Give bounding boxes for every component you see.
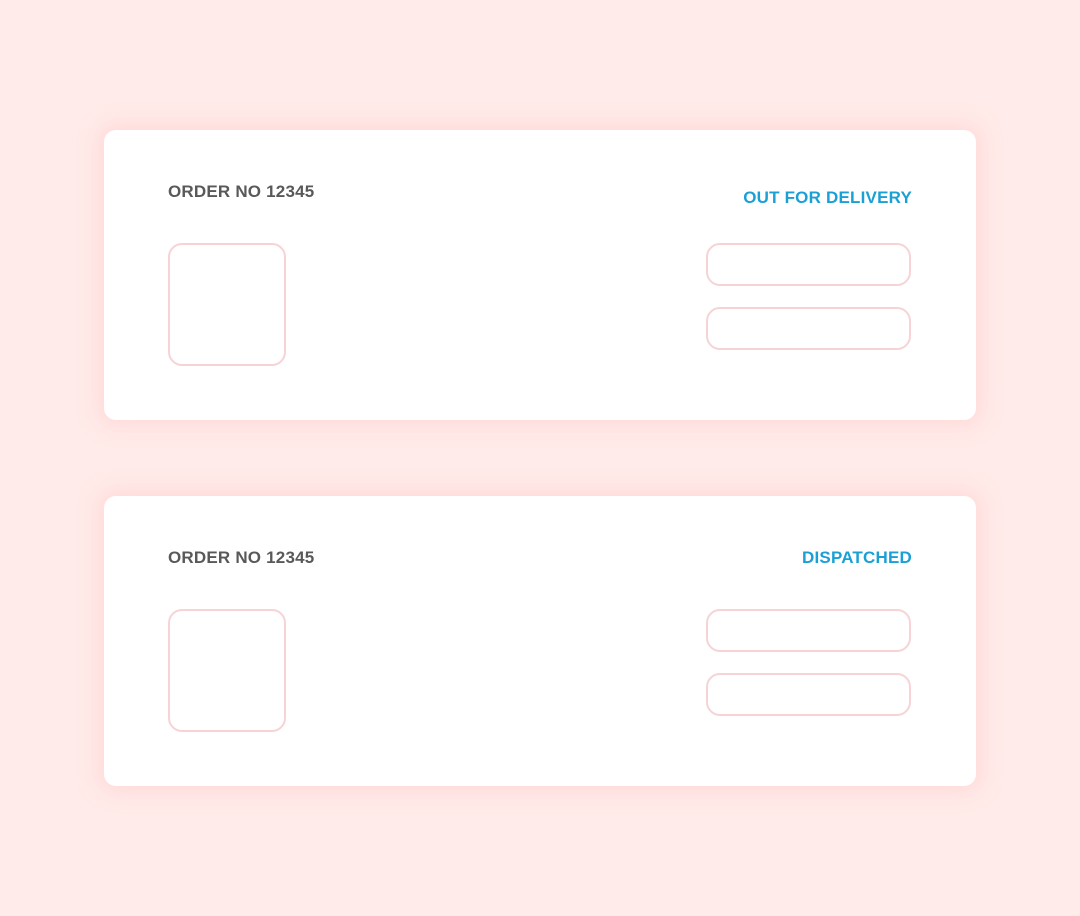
- order-action-button-secondary[interactable]: [706, 307, 911, 350]
- order-number: ORDER NO 12345: [168, 548, 315, 567]
- order-action-button-primary[interactable]: [706, 609, 911, 652]
- order-status: OUT FOR DELIVERY: [743, 188, 912, 207]
- order-card: ORDER NO 12345 DISPATCHED: [104, 496, 976, 786]
- order-number: ORDER NO 12345: [168, 182, 315, 201]
- product-image-placeholder: [168, 609, 286, 732]
- order-action-button-primary[interactable]: [706, 243, 911, 286]
- order-card: ORDER NO 12345 OUT FOR DELIVERY: [104, 130, 976, 420]
- product-image-placeholder: [168, 243, 286, 366]
- order-action-button-secondary[interactable]: [706, 673, 911, 716]
- order-status: DISPATCHED: [802, 548, 912, 567]
